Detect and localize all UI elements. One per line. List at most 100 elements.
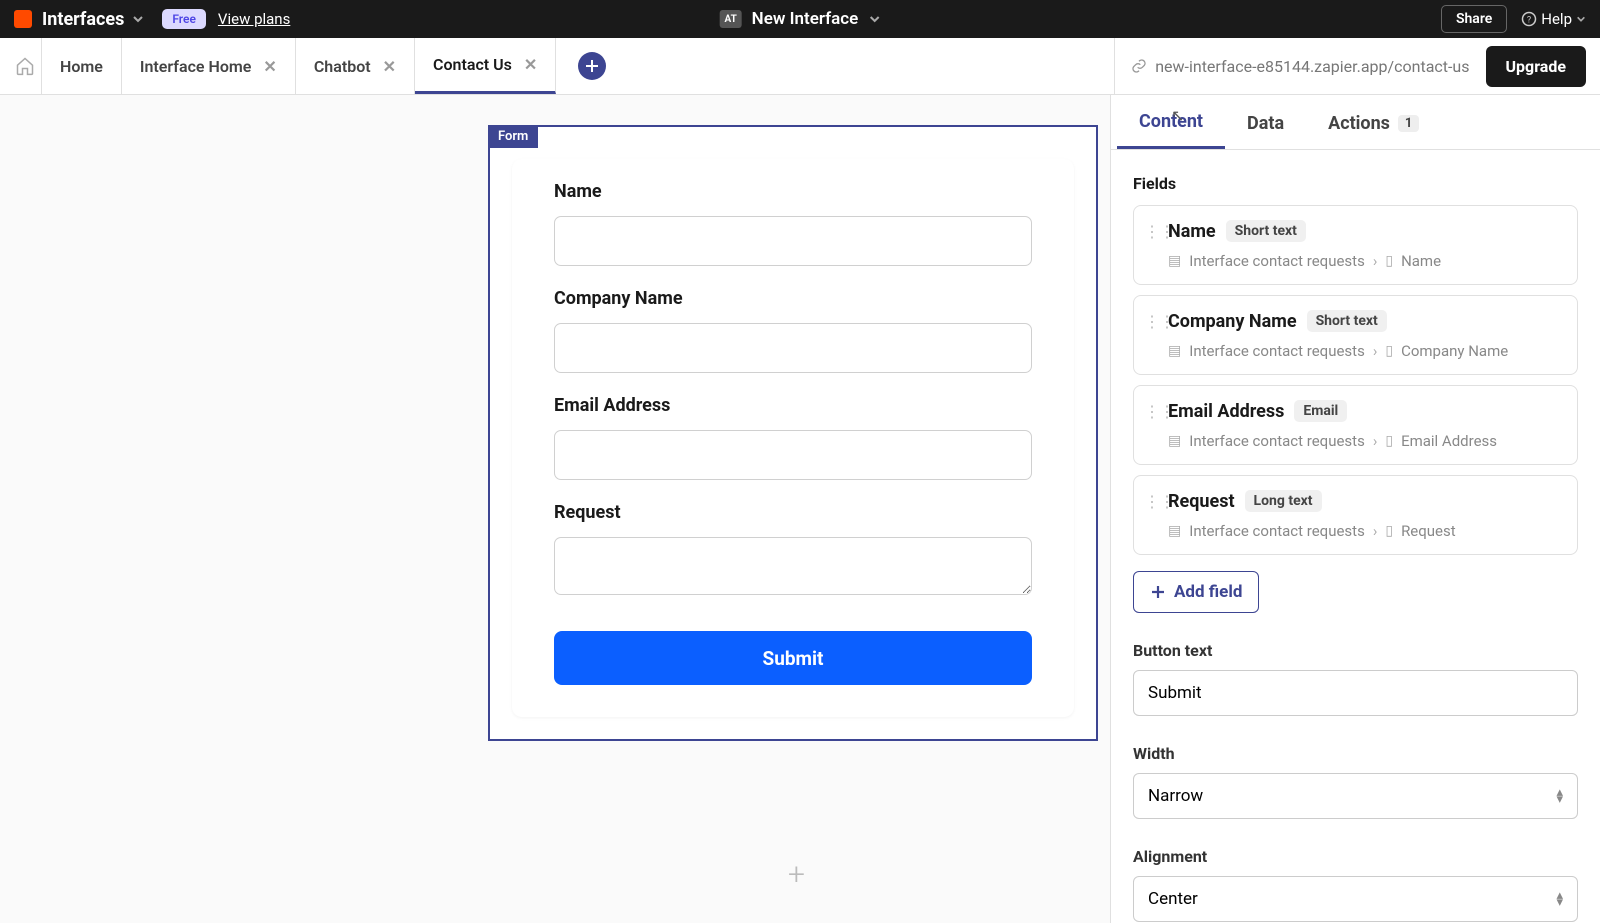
button-text-input[interactable] [1133, 670, 1578, 716]
field-card-email[interactable]: ⋮⋮ Email Address Email ▤ Interface conta… [1133, 385, 1578, 465]
close-icon[interactable]: ✕ [383, 57, 396, 76]
chevron-right-icon: › [1373, 252, 1378, 270]
column-icon: ▯ [1385, 253, 1393, 269]
panel-tab-actions-label: Actions [1328, 113, 1390, 134]
source-table: Interface contact requests [1189, 252, 1365, 270]
source-table: Interface contact requests [1189, 342, 1365, 360]
form-block[interactable]: Form Name Company Name Email Address Req… [488, 125, 1098, 741]
panel-tabs: Content Data Actions 1 [1111, 95, 1600, 150]
form-badge: Form [488, 125, 538, 148]
panel-tab-content[interactable]: Content [1117, 95, 1225, 149]
field-card-name[interactable]: ⋮⋮ Name Short text ▤ Interface contact r… [1133, 205, 1578, 285]
share-button[interactable]: Share [1441, 5, 1507, 33]
tab-label: Home [60, 57, 103, 76]
source-table: Interface contact requests [1189, 522, 1365, 540]
column-icon: ▯ [1385, 433, 1393, 449]
field-label-name: Name [554, 181, 1032, 202]
tab-contact-us[interactable]: Contact Us ✕ [415, 38, 556, 94]
add-tab-button[interactable] [578, 52, 606, 80]
field-type-chip: Long text [1245, 490, 1322, 512]
field-card-company[interactable]: ⋮⋮ Company Name Short text ▤ Interface c… [1133, 295, 1578, 375]
tab-label: Contact Us [433, 55, 512, 74]
field-type-chip: Email [1294, 400, 1347, 422]
help-link[interactable]: ? Help [1521, 10, 1586, 28]
field-title: Request [1168, 491, 1235, 512]
source-column: Name [1401, 252, 1441, 270]
chevron-down-icon [1576, 14, 1586, 24]
tab-label: Chatbot [314, 57, 371, 76]
canvas[interactable]: Form Name Company Name Email Address Req… [0, 95, 1110, 923]
field-type-chip: Short text [1226, 220, 1306, 242]
source-column: Company Name [1401, 342, 1508, 360]
table-icon: ▤ [1168, 523, 1181, 539]
avatar[interactable]: AT [720, 10, 742, 28]
field-label-company: Company Name [554, 288, 1032, 309]
source-table: Interface contact requests [1189, 432, 1365, 450]
drag-handle-icon[interactable]: ⋮⋮ [1144, 312, 1158, 331]
chevron-right-icon: › [1373, 432, 1378, 450]
panel-tab-actions[interactable]: Actions 1 [1306, 95, 1441, 149]
source-column: Request [1401, 522, 1456, 540]
add-field-button[interactable]: Add field [1133, 571, 1259, 613]
upgrade-button[interactable]: Upgrade [1486, 46, 1587, 87]
select-arrows-icon: ▴▾ [1556, 892, 1563, 906]
source-column: Email Address [1401, 432, 1497, 450]
fields-heading: Fields [1133, 174, 1578, 193]
actions-count-badge: 1 [1398, 115, 1419, 132]
button-text-label: Button text [1133, 641, 1578, 660]
tab-label: Interface Home [140, 57, 252, 76]
width-select[interactable]: Narrow ▴▾ [1133, 773, 1578, 819]
brand-label: Interfaces [42, 9, 124, 30]
chevron-down-icon[interactable] [132, 13, 144, 25]
field-card-request[interactable]: ⋮⋮ Request Long text ▤ Interface contact… [1133, 475, 1578, 555]
request-textarea[interactable] [554, 537, 1032, 595]
side-panel: Content Data Actions 1 Fields ⋮⋮ Name Sh… [1110, 95, 1600, 923]
submit-button[interactable]: Submit [554, 631, 1032, 685]
view-plans-link[interactable]: View plans [218, 10, 290, 28]
company-input[interactable] [554, 323, 1032, 373]
drag-handle-icon[interactable]: ⋮⋮ [1144, 492, 1158, 511]
table-icon: ▤ [1168, 343, 1181, 359]
plus-icon [584, 58, 600, 74]
app-header: Interfaces Free View plans AT New Interf… [0, 0, 1600, 38]
page-url[interactable]: new-interface-e85144.zapier.app/contact-… [1114, 38, 1469, 94]
chevron-down-icon[interactable] [868, 13, 880, 25]
select-arrows-icon: ▴▾ [1556, 789, 1563, 803]
tab-interface-home[interactable]: Interface Home ✕ [122, 38, 296, 94]
header-center: AT New Interface [720, 9, 881, 29]
alignment-label: Alignment [1133, 847, 1578, 866]
chevron-right-icon: › [1373, 522, 1378, 540]
table-icon: ▤ [1168, 433, 1181, 449]
tab-strip: Home Interface Home ✕ Chatbot ✕ Contact … [0, 38, 1600, 95]
panel-tab-data[interactable]: Data [1225, 95, 1306, 149]
home-icon-button[interactable] [8, 38, 42, 94]
help-label: Help [1541, 10, 1572, 28]
field-source: ▤ Interface contact requests › ▯ Name [1168, 252, 1563, 270]
close-icon[interactable]: ✕ [524, 55, 537, 74]
field-title: Company Name [1168, 311, 1297, 332]
column-icon: ▯ [1385, 523, 1393, 539]
field-source: ▤ Interface contact requests › ▯ Email A… [1168, 432, 1563, 450]
document-title[interactable]: New Interface [752, 9, 859, 29]
drag-handle-icon[interactable]: ⋮⋮ [1144, 222, 1158, 241]
field-label-email: Email Address [554, 395, 1032, 416]
alignment-select[interactable]: Center ▴▾ [1133, 876, 1578, 922]
panel-body: Fields ⋮⋮ Name Short text ▤ Interface co… [1111, 150, 1600, 923]
alignment-value: Center [1148, 889, 1198, 909]
plus-icon [1150, 584, 1166, 600]
width-value: Narrow [1148, 786, 1203, 806]
add-block-button[interactable]: + [788, 857, 805, 892]
email-input[interactable] [554, 430, 1032, 480]
page-url-text: new-interface-e85144.zapier.app/contact-… [1155, 57, 1469, 76]
chevron-right-icon: › [1373, 342, 1378, 360]
name-input[interactable] [554, 216, 1032, 266]
tab-chatbot[interactable]: Chatbot ✕ [296, 38, 415, 94]
home-icon [15, 56, 35, 76]
field-label-request: Request [554, 502, 1032, 523]
tab-home[interactable]: Home [42, 38, 122, 94]
field-source: ▤ Interface contact requests › ▯ Company… [1168, 342, 1563, 360]
close-icon[interactable]: ✕ [263, 57, 276, 76]
svg-text:?: ? [1527, 16, 1531, 26]
drag-handle-icon[interactable]: ⋮⋮ [1144, 402, 1158, 421]
field-type-chip: Short text [1307, 310, 1387, 332]
